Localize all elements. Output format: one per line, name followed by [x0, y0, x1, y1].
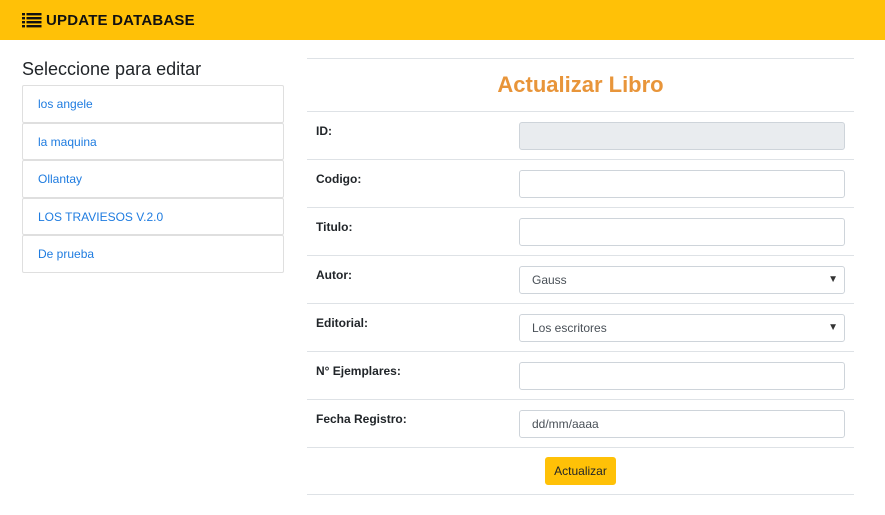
list-icon	[22, 12, 42, 28]
field-row-id: ID:	[307, 112, 854, 160]
actualizar-button[interactable]: Actualizar	[545, 457, 616, 485]
list-item[interactable]: LOS TRAVIESOS V.2.0	[22, 197, 284, 236]
list-item[interactable]: Ollantay	[22, 160, 284, 198]
sidebar-title: Seleccione para editar	[22, 59, 202, 79]
autor-label: Autor:	[316, 268, 352, 282]
field-row-titulo: Titulo:	[307, 208, 854, 256]
fecha-label: Fecha Registro:	[316, 412, 407, 426]
codigo-field[interactable]	[519, 170, 845, 198]
button-row: Actualizar	[307, 448, 854, 495]
editorial-selected-value: Los escritores	[532, 321, 607, 335]
id-field	[519, 122, 845, 150]
editorial-select[interactable]: Los escritores ▼	[519, 314, 845, 342]
caret-down-icon: ▼	[828, 274, 838, 285]
titulo-label: Titulo:	[316, 220, 353, 234]
update-form: Actualizar Libro ID: Codigo: Titulo: Aut…	[307, 58, 854, 495]
ejemplares-label: N° Ejemplares:	[316, 364, 401, 378]
field-row-fecha: Fecha Registro: dd/mm/aaaa	[307, 400, 854, 448]
field-row-editorial: Editorial: Los escritores ▼	[307, 304, 854, 352]
fecha-date-input[interactable]: dd/mm/aaaa	[519, 410, 845, 438]
list-item[interactable]: los angele	[22, 85, 284, 123]
editorial-label: Editorial:	[316, 316, 369, 330]
ejemplares-field[interactable]	[519, 362, 845, 390]
top-navbar: UPDATE DATABASE	[0, 0, 885, 40]
form-title: Actualizar Libro	[307, 59, 854, 112]
autor-select[interactable]: Gauss ▼	[519, 266, 845, 294]
autor-selected-value: Gauss	[532, 273, 567, 287]
field-row-ejemplares: N° Ejemplares:	[307, 352, 854, 400]
field-row-codigo: Codigo:	[307, 160, 854, 208]
list-item[interactable]: De prueba	[22, 235, 284, 273]
field-row-autor: Autor: Gauss ▼	[307, 256, 854, 304]
id-label: ID:	[316, 124, 332, 138]
navbar-brand[interactable]: UPDATE DATABASE	[46, 12, 195, 29]
codigo-label: Codigo:	[316, 172, 362, 186]
list-item[interactable]: la maquina	[22, 122, 284, 161]
titulo-field[interactable]	[519, 218, 845, 246]
caret-down-icon: ▼	[828, 322, 838, 333]
record-list: los angele la maquina Ollantay LOS TRAVI…	[22, 85, 284, 273]
